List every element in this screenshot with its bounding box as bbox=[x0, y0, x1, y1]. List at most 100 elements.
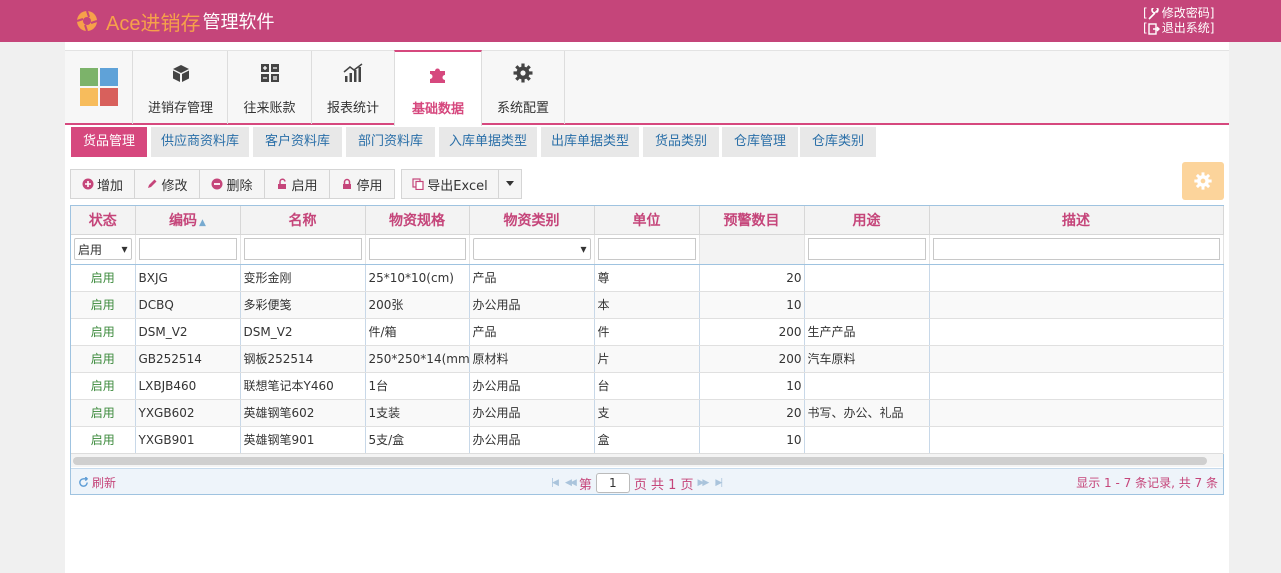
table-row[interactable]: 启用 YXGB602 英雄钢笔602 1支装 办公用品 支 20 书写、办公、礼… bbox=[71, 399, 1224, 427]
main-panel: 进销存管理 往来账款 报表统计 基础数据 系统配置 货品管理 供应商资料库 客户… bbox=[65, 42, 1229, 573]
col-category[interactable]: 物资类别 bbox=[469, 206, 595, 235]
cell-status: 启用 bbox=[71, 399, 136, 427]
cell-status: 启用 bbox=[71, 291, 136, 319]
cell-code: DSM_V2 bbox=[135, 318, 241, 346]
col-name[interactable]: 名称 bbox=[240, 206, 366, 235]
cell-warn: 20 bbox=[699, 399, 805, 427]
edit-button[interactable]: 修改 bbox=[134, 169, 200, 199]
top-header-bar: Ace进销存 管理软件 [ 修改密码 ] [ 退出系统 ] bbox=[0, 0, 1281, 42]
grid-settings-button[interactable] bbox=[1182, 162, 1224, 200]
cell-spec: 件/箱 bbox=[365, 318, 470, 346]
cell-code: YXGB901 bbox=[135, 426, 241, 454]
cell-warn: 10 bbox=[699, 426, 805, 454]
unit-filter-input[interactable] bbox=[597, 238, 696, 260]
col-status[interactable]: 状态 bbox=[71, 206, 136, 235]
change-password-label: 修改密码 bbox=[1161, 6, 1210, 20]
page-number-input[interactable]: 1 bbox=[595, 473, 630, 493]
col-spec[interactable]: 物资规格 bbox=[365, 206, 470, 235]
subtab-customers[interactable]: 客户资料库 bbox=[253, 127, 342, 157]
nav-reports-label: 报表统计 bbox=[326, 101, 379, 116]
warn-filter-empty bbox=[699, 234, 805, 265]
delete-button[interactable]: 删除 bbox=[199, 169, 265, 199]
cell-name: 联想笔记本Y460 bbox=[240, 372, 366, 400]
cell-desc bbox=[929, 426, 1224, 454]
cube-icon bbox=[172, 65, 189, 82]
gear-icon bbox=[1194, 172, 1212, 190]
enable-button[interactable]: 启用 bbox=[264, 169, 330, 199]
table-row[interactable]: 启用 GB252514 钢板252514 250*250*14(mm) 原材料 … bbox=[71, 345, 1224, 373]
cell-spec: 25*10*10(cm) bbox=[365, 264, 470, 292]
refresh-icon bbox=[79, 477, 89, 487]
wrench-icon bbox=[1148, 7, 1159, 20]
usage-filter-input[interactable] bbox=[807, 238, 926, 260]
export-dropdown-toggle[interactable] bbox=[498, 169, 522, 199]
name-filter-input[interactable] bbox=[243, 238, 362, 260]
spec-filter-input[interactable] bbox=[368, 238, 466, 260]
subtab-inbound-types[interactable]: 入库单据类型 bbox=[439, 127, 537, 157]
logout-link[interactable]: [ 退出系统 ] bbox=[1143, 21, 1214, 36]
app-name: 管理软件 bbox=[202, 12, 275, 33]
cell-name: 钢板252514 bbox=[240, 345, 366, 373]
disable-button[interactable]: 停用 bbox=[329, 169, 395, 199]
table-row[interactable]: 启用 DCBQ 多彩便笺 200张 办公用品 本 10 bbox=[71, 291, 1224, 319]
cell-unit: 台 bbox=[594, 372, 700, 400]
home-button[interactable] bbox=[65, 51, 133, 124]
nav-inventory[interactable]: 进销存管理 bbox=[134, 51, 228, 124]
nav-reports[interactable]: 报表统计 bbox=[312, 51, 395, 124]
cell-desc bbox=[929, 399, 1224, 427]
col-warn[interactable]: 预警数目 bbox=[699, 206, 805, 235]
refresh-button[interactable]: 刷新 bbox=[78, 474, 116, 491]
nav-settings[interactable]: 系统配置 bbox=[482, 51, 565, 124]
subtab-warehouses[interactable]: 仓库管理 bbox=[722, 127, 798, 157]
first-page-icon[interactable]: |◀ bbox=[551, 478, 559, 488]
table-row[interactable]: 启用 DSM_V2 DSM_V2 件/箱 产品 件 200 生产产品 bbox=[71, 318, 1224, 346]
cell-warn: 200 bbox=[699, 318, 805, 346]
table-row[interactable]: 启用 BXJG 变形金刚 25*10*10(cm) 产品 尊 20 bbox=[71, 264, 1224, 292]
cell-usage bbox=[804, 264, 930, 292]
page-navigation: |◀ ◀◀ 第 1 页 共 1 页 ▶▶ ▶| bbox=[547, 473, 725, 493]
cell-usage bbox=[804, 426, 930, 454]
nav-basic-data[interactable]: 基础数据 bbox=[394, 50, 482, 126]
table-row[interactable]: 启用 LXBJB460 联想笔记本Y460 1台 办公用品 台 10 bbox=[71, 372, 1224, 400]
col-code[interactable]: 编码 ▲ bbox=[135, 206, 241, 235]
cell-category: 办公用品 bbox=[469, 399, 595, 427]
change-password-link[interactable]: [ 修改密码 ] bbox=[1143, 6, 1214, 21]
goods-table: 状态 编码 ▲ 名称 物资规格 物资类别 单位 预警数目 用途 描述 启用 ▾ ▾ bbox=[71, 206, 1224, 454]
subtab-suppliers[interactable]: 供应商资料库 bbox=[151, 127, 249, 157]
subtab-goods-categories[interactable]: 货品类别 bbox=[643, 127, 719, 157]
last-page-icon[interactable]: ▶| bbox=[715, 478, 723, 488]
col-desc[interactable]: 描述 bbox=[929, 206, 1224, 235]
prev-page-icon[interactable]: ◀◀ bbox=[565, 478, 577, 488]
copy-icon bbox=[412, 178, 424, 190]
horizontal-scrollbar[interactable] bbox=[71, 453, 1223, 467]
table-row[interactable]: 启用 YXGB901 英雄钢笔901 5支/盒 办公用品 盒 10 bbox=[71, 426, 1224, 454]
col-unit[interactable]: 单位 bbox=[594, 206, 700, 235]
subtab-warehouse-categories[interactable]: 仓库类别 bbox=[800, 127, 876, 157]
nav-accounts[interactable]: 往来账款 bbox=[228, 51, 312, 124]
export-excel-button[interactable]: 导出Excel bbox=[401, 169, 499, 199]
cell-unit: 片 bbox=[594, 345, 700, 373]
edit-label: 修改 bbox=[161, 178, 188, 194]
goods-grid: 状态 编码 ▲ 名称 物资规格 物资类别 单位 预警数目 用途 描述 启用 ▾ ▾ bbox=[70, 205, 1224, 495]
subtab-departments[interactable]: 部门资料库 bbox=[346, 127, 435, 157]
subtab-outbound-types[interactable]: 出库单据类型 bbox=[541, 127, 639, 157]
cell-spec: 5支/盒 bbox=[365, 426, 470, 454]
subtab-goods[interactable]: 货品管理 bbox=[71, 127, 147, 157]
minus-circle-icon bbox=[211, 178, 223, 190]
cell-code: YXGB602 bbox=[135, 399, 241, 427]
scrollbar-thumb[interactable] bbox=[73, 457, 1207, 465]
next-page-icon[interactable]: ▶▶ bbox=[698, 478, 710, 488]
cell-unit: 本 bbox=[594, 291, 700, 319]
cell-code: BXJG bbox=[135, 264, 241, 292]
home-tile-blue bbox=[100, 68, 118, 86]
col-usage[interactable]: 用途 bbox=[804, 206, 930, 235]
chart-icon bbox=[343, 63, 363, 82]
category-filter-select[interactable]: ▾ bbox=[472, 238, 591, 260]
enable-label: 启用 bbox=[291, 178, 318, 194]
desc-filter-input[interactable] bbox=[932, 238, 1220, 260]
cell-name: 多彩便笺 bbox=[240, 291, 366, 319]
add-button[interactable]: 增加 bbox=[70, 169, 135, 199]
code-filter-input[interactable] bbox=[138, 238, 237, 260]
status-filter-select[interactable]: 启用 ▾ bbox=[74, 238, 132, 260]
export-excel-label: 导出Excel bbox=[427, 178, 488, 194]
